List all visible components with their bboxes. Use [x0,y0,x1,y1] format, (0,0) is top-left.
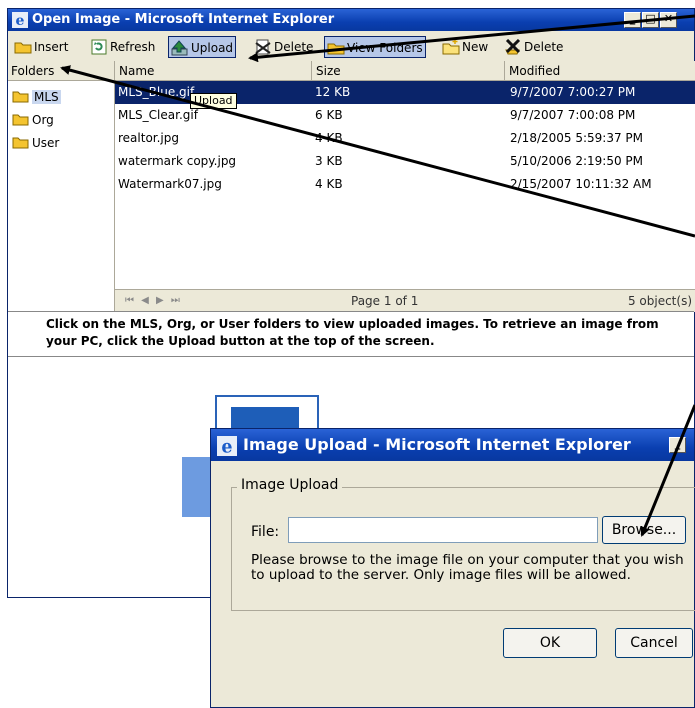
file-label: File: [251,524,280,540]
file-modified: 9/7/2007 7:00:08 PM [510,108,636,122]
dialog-title: Image Upload - Microsoft Internet Explor… [243,435,631,454]
file-size: 6 KB [315,108,343,122]
instructions-text: Click on the MLS, Org, or User folders t… [8,311,694,357]
browse-button[interactable]: Browse... [602,516,686,544]
group-label: Image Upload [237,477,343,493]
file-size: 3 KB [315,154,343,168]
file-modified: 2/15/2007 10:11:32 AM [510,177,652,191]
image-upload-dialog: e Image Upload - Microsoft Internet Expl… [210,428,695,708]
file-name: watermark copy.jpg [118,154,237,168]
file-modified: 5/10/2006 2:19:50 PM [510,154,644,168]
file-modified: 9/7/2007 7:00:27 PM [510,85,636,99]
folders-pane: Folders MLS Org User [8,61,115,311]
delete-icon [505,38,521,54]
file-row[interactable]: watermark copy.jpg 3 KB 5/10/2006 2:19:5… [115,150,695,173]
maximize-button[interactable]: □ [642,12,659,28]
file-name: Watermark07.jpg [118,177,222,191]
toolbar: Insert Refresh Upload Delete View Folder… [8,33,694,62]
cancel-button[interactable]: Cancel [615,628,693,658]
file-row[interactable]: Watermark07.jpg 4 KB 2/15/2007 10:11:32 … [115,173,695,196]
upload-button[interactable]: Upload [168,36,237,58]
file-size: 12 KB [315,85,351,99]
column-header-size[interactable]: Size [312,61,505,81]
file-name: MLS_Blue.gif [118,85,195,99]
page-indicator: Page 1 of 1 [351,294,419,308]
svg-text:e: e [16,13,25,28]
main-window-title: Open Image - Microsoft Internet Explorer [32,12,335,27]
new-folder-button[interactable]: New [442,36,488,58]
file-path-input[interactable] [288,517,598,543]
ok-button[interactable]: OK [503,628,597,658]
pager: ⏮ ◀ ▶ ⏭ Page 1 of 1 5 object(s) [115,289,695,312]
ie-logo-icon: e [12,12,28,28]
file-size: 4 KB [315,131,343,145]
folder-icon [12,91,29,103]
new-folder-icon [442,38,460,54]
delete-file-icon [255,39,271,54]
main-title-bar[interactable]: e Open Image - Microsoft Internet Explor… [8,9,694,31]
folder-item-mls[interactable]: MLS [12,87,61,107]
view-folders-button[interactable]: View Folders [324,36,426,58]
folder-icon [327,43,345,54]
pager-nav-icons[interactable]: ⏮ ◀ ▶ ⏭ [125,290,182,312]
folder-icon [14,42,32,53]
upload-description: Please browse to the image file on your … [251,552,684,583]
close-button[interactable]: ✕ [660,12,677,28]
insert-button[interactable]: Insert [14,36,68,58]
file-size: 4 KB [315,177,343,191]
upload-icon [171,39,188,55]
file-name: realtor.jpg [118,131,180,145]
delete-button[interactable]: Delete [504,36,563,58]
image-upload-group [231,487,695,611]
file-row[interactable]: realtor.jpg 4 KB 2/18/2005 5:59:37 PM [115,127,695,150]
dialog-minimize-button[interactable]: _ [669,437,686,453]
dialog-title-bar[interactable]: e Image Upload - Microsoft Internet Expl… [211,429,694,461]
folder-item-user[interactable]: User [12,133,59,153]
delete-file-button[interactable]: Delete [254,36,313,58]
refresh-icon [91,39,107,54]
folder-icon [12,137,29,149]
upload-tooltip: Upload [190,93,237,109]
ie-logo-icon: e [217,436,237,456]
minimize-button[interactable]: _ [624,12,641,28]
column-header-name[interactable]: Name [115,61,312,81]
refresh-button[interactable]: Refresh [90,36,155,58]
column-header-modified[interactable]: Modified [505,61,695,81]
object-count: 5 object(s) [627,294,692,308]
folders-header: Folders [8,61,114,81]
file-modified: 2/18/2005 5:59:37 PM [510,131,644,145]
file-name: MLS_Clear.gif [118,108,198,122]
folder-icon [12,114,29,126]
svg-text:e: e [221,437,232,456]
folder-item-org[interactable]: Org [12,110,54,130]
